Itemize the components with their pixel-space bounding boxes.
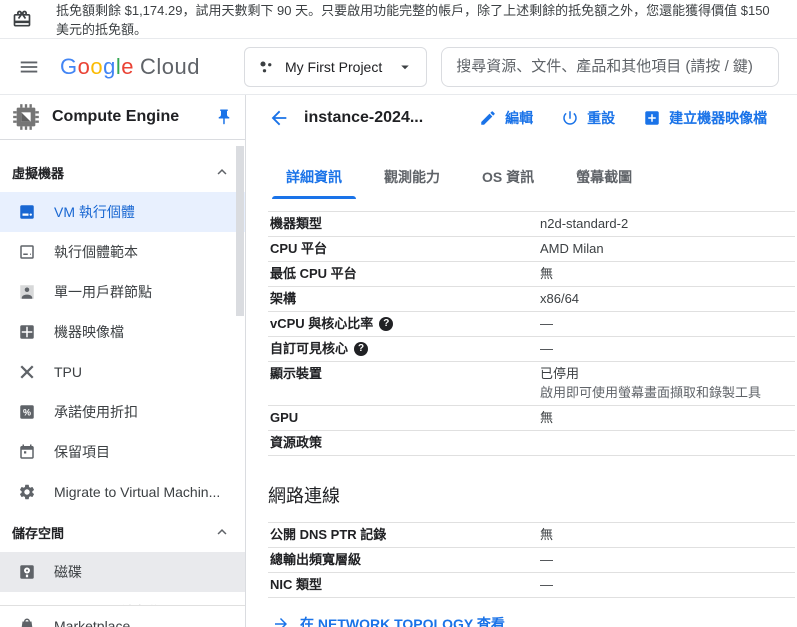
section-virtual-machines[interactable]: 虛擬機器 [0,152,245,192]
google-cloud-logo[interactable]: Google Cloud [60,54,200,80]
tab-screenshot[interactable]: 螢幕截圖 [562,167,646,199]
table-row: 公開 DNS PTR 記錄 無 [268,523,795,548]
power-icon [561,109,579,127]
pin-icon[interactable] [215,108,233,126]
project-name: My First Project [285,59,382,75]
sidebar-bottom: Marketplace [0,605,245,627]
chevron-up-icon [213,163,231,181]
global-search [441,47,779,87]
instance-templates-icon [18,243,36,261]
table-row: 顯示裝置 已停用 啟用即可使用螢幕畫面擷取和錄製工具 [268,362,795,406]
network-details-table: 公開 DNS PTR 記錄 無 總輸出頻寬層級 — NIC 類型 — [268,522,795,598]
table-row: 最低 CPU 平台 無 [268,262,795,287]
table-row: CPU 平台 AMD Milan [268,237,795,262]
chevron-up-icon [213,523,231,541]
add-box-icon [643,109,661,127]
table-row: vCPU 與核心比率 ? — [268,312,795,337]
svg-text:%: % [23,407,31,417]
sidebar-header: Compute Engine [0,95,245,140]
instance-title: instance-2024... [304,109,423,127]
sidebar-item-disks[interactable]: 磁碟 [0,552,245,592]
percent-discount-icon: % [18,403,36,421]
tab-details[interactable]: 詳細資訊 [272,167,356,199]
tab-observability[interactable]: 觀測能力 [370,167,454,199]
machine-images-icon [18,323,36,341]
tab-bar: 詳細資訊 觀測能力 OS 資訊 螢幕截圖 [246,167,797,199]
sole-tenant-icon [18,283,36,301]
arrow-forward-icon [272,615,290,627]
project-picker-button[interactable]: My First Project [244,47,427,87]
sidebar: Compute Engine 虛擬機器 VM 執行個體 [0,95,246,627]
product-title: Compute Engine [52,108,203,126]
machine-details-table: 機器類型 n2d-standard-2 CPU 平台 AMD Milan 最低 … [268,211,795,456]
tab-os-info[interactable]: OS 資訊 [468,167,548,199]
table-row: 機器類型 n2d-standard-2 [268,212,795,237]
pencil-icon [479,109,497,127]
disk-icon [18,563,36,581]
section-storage[interactable]: 儲存空間 [0,512,245,552]
sidebar-item-committed-use-discounts[interactable]: % 承諾使用折扣 [0,392,245,432]
help-icon[interactable]: ? [354,342,368,356]
table-row: 資源政策 [268,431,795,456]
sidebar-item-sole-tenant-nodes[interactable]: 單一用戶群節點 [0,272,245,312]
sidebar-item-tpu[interactable]: TPU [0,352,245,392]
table-row: GPU 無 [268,406,795,431]
menu-icon[interactable] [18,56,40,78]
sidebar-item-migrate-to-virtual-machines[interactable]: Migrate to Virtual Machin... [0,472,245,512]
trial-banner-text: 抵免額剩餘 $1,174.29，試用天數剩下 90 天。只要啟用功能完整的帳戶，… [56,0,785,38]
edit-button[interactable]: 編輯 [479,108,533,128]
sidebar-nav: 虛擬機器 VM 執行個體 執行個體範本 [0,140,245,605]
search-input[interactable] [456,58,764,75]
tpu-icon [18,363,36,381]
storage-pools-icon [18,603,36,605]
table-row: 架構 x86/64 [268,287,795,312]
migrate-gear-icon [18,483,36,501]
logo-cloud-text: Cloud [140,54,200,80]
help-icon[interactable]: ? [379,317,393,331]
sidebar-item-instance-templates[interactable]: 執行個體範本 [0,232,245,272]
vm-instances-icon [18,203,36,221]
back-arrow-icon[interactable] [268,107,290,129]
sidebar-item-machine-images[interactable]: 磁碟 機器映像檔 [0,312,245,352]
sidebar-scrollbar[interactable] [236,146,244,316]
main-content: instance-2024... 編輯 重設 建立機器映像檔 [246,95,797,627]
create-machine-image-button[interactable]: 建立機器映像檔 [643,108,767,128]
table-row: 總輸出頻寬層級 — [268,548,795,573]
calendar-icon [18,443,36,461]
google-logo-letters: Google [60,54,134,80]
app-bar: Google Cloud My First Project [0,39,797,95]
trial-banner: 抵免額剩餘 $1,174.29，試用天數剩下 90 天。只要啟用功能完整的帳戶，… [0,0,797,39]
compute-engine-icon [12,103,40,131]
sidebar-item-reservations[interactable]: 保留項目 [0,432,245,472]
table-row: 自訂可見核心 ? — [268,337,795,362]
page-header: instance-2024... 編輯 重設 建立機器映像檔 [246,95,797,141]
dropdown-caret-icon [396,58,414,76]
network-topology-link[interactable]: 在 NETWORK TOPOLOGY 查看 [272,614,505,627]
project-icon [257,58,275,76]
gift-icon [12,9,32,29]
table-row: NIC 類型 — [268,573,795,598]
sidebar-item-hyperdisk-storage-pools[interactable]: Hyperdisk 儲存集區 [0,592,245,605]
reset-button[interactable]: 重設 [561,108,615,128]
sidebar-item-vm-instances[interactable]: VM 執行個體 [0,192,245,232]
network-section-heading: 網路連線 [268,482,797,508]
marketplace-icon [18,617,36,627]
sidebar-item-marketplace[interactable]: Marketplace [0,606,245,627]
